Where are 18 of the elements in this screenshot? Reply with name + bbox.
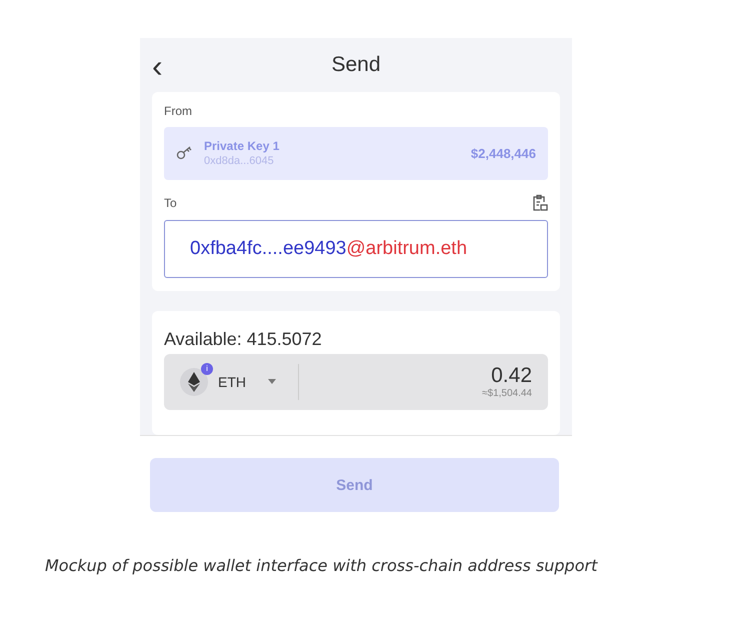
key-icon: [176, 146, 194, 160]
token-symbol: ETH: [218, 374, 246, 390]
fiat-value: ≈$1,504.44: [482, 388, 532, 400]
from-label: From: [164, 104, 193, 118]
amount-value: 0.42: [491, 364, 532, 388]
address-input[interactable]: 0xfba4fc....ee9493@arbitrum.eth: [164, 220, 548, 278]
available-balance: Available: 415.5072: [164, 328, 323, 350]
clipboard-icon[interactable]: [532, 194, 548, 212]
caption: Mockup of possible wallet interface with cross-chain address support: [45, 556, 599, 575]
back-button[interactable]: ‹: [152, 50, 163, 82]
account-name: Private Key 1: [204, 139, 280, 154]
account-balance: $2,448,446: [470, 146, 536, 161]
amount-field[interactable]: i ETH 0.42 ≈$1,504.44: [164, 354, 548, 410]
to-label: To: [164, 196, 177, 210]
ethereum-icon: [180, 368, 208, 396]
token-badge: i: [201, 362, 213, 375]
caret-icon[interactable]: [268, 379, 276, 384]
screen-title: Send: [331, 52, 381, 77]
